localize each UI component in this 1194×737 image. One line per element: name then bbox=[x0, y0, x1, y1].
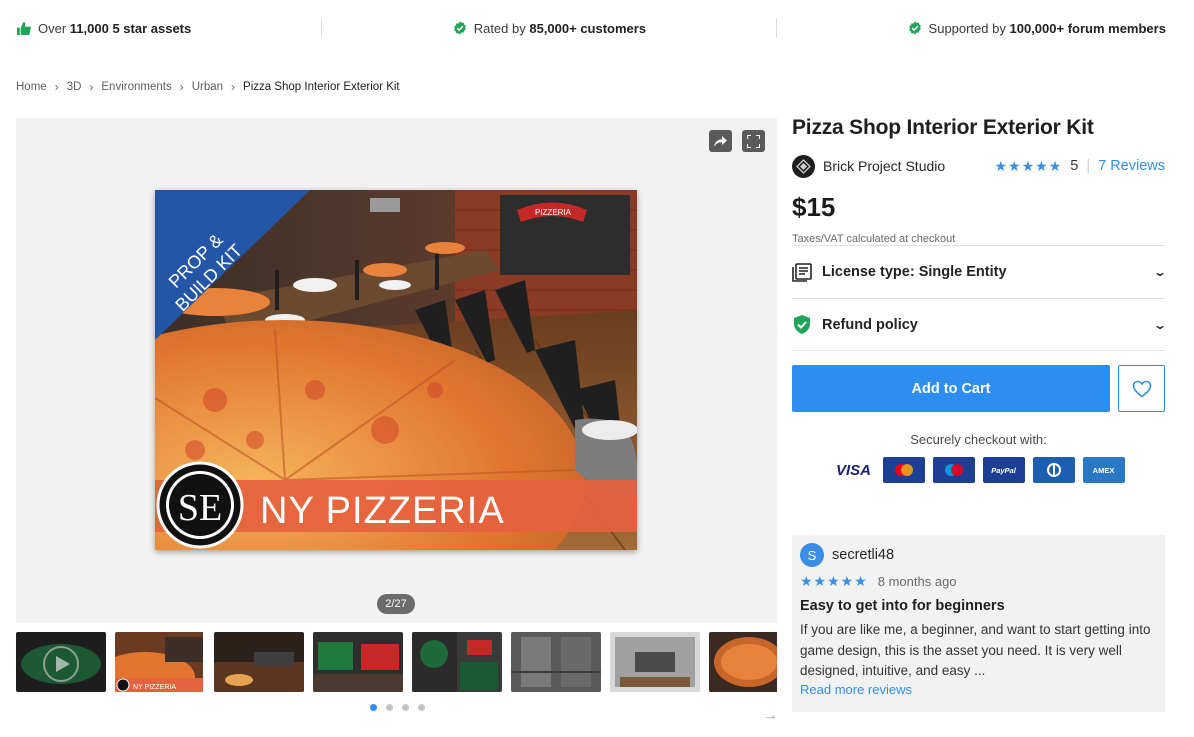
review-body: If you are like me, a beginner, and want… bbox=[800, 622, 1151, 678]
rating-value: 5 bbox=[1070, 158, 1079, 174]
amex-icon: AMEX bbox=[1082, 457, 1125, 483]
hero-banner-text: NY PIZZERIA bbox=[260, 490, 505, 532]
seller-row: Brick Project Studio ★★★★★ 5 | 7 Reviews bbox=[792, 154, 1165, 178]
maestro-icon bbox=[932, 457, 975, 483]
trust-highlight: 11,000 5 star assets bbox=[69, 20, 192, 36]
license-label: License type: Single Entity bbox=[822, 264, 1007, 280]
divider: | bbox=[1086, 158, 1091, 174]
check-badge-icon bbox=[453, 21, 466, 35]
breadcrumb-home[interactable]: Home bbox=[16, 81, 47, 93]
mastercard-icon bbox=[882, 457, 925, 483]
refund-label: Refund policy bbox=[822, 316, 918, 333]
chevron-right-icon: › bbox=[89, 80, 94, 94]
seller-avatar bbox=[792, 154, 815, 178]
check-badge-icon bbox=[908, 21, 921, 35]
license-accordion[interactable]: License type: Single Entity ⌄ bbox=[792, 245, 1168, 298]
chevron-right-icon: › bbox=[54, 80, 59, 94]
product-gallery[interactable]: PIZZERIA PROP & BUILD KIT NY PIZZERIA SE… bbox=[16, 118, 777, 623]
read-more-reviews-link[interactable]: Read more reviews bbox=[800, 682, 1157, 697]
trust-item-rated: Rated by 85,000+ customers bbox=[453, 21, 646, 36]
chevron-right-icon: › bbox=[179, 80, 184, 94]
trust-item-supported: Supported by 100,000+ forum members bbox=[908, 21, 1166, 36]
review-card: S secretli48 ★★★★★ 8 months ago Easy to … bbox=[792, 535, 1165, 712]
carousel-dot-2[interactable] bbox=[386, 704, 393, 711]
reviewer-name: secretli48 bbox=[832, 547, 895, 563]
heart-icon bbox=[1132, 380, 1151, 398]
carousel-dot-1[interactable] bbox=[370, 704, 377, 711]
diners-club-icon bbox=[1032, 457, 1075, 483]
fullscreen-button[interactable] bbox=[742, 130, 765, 152]
thumbnail-4[interactable] bbox=[313, 632, 403, 692]
image-counter: 2/27 bbox=[377, 594, 415, 614]
share-icon bbox=[714, 135, 727, 147]
carousel-dot-3[interactable] bbox=[402, 704, 409, 711]
trust-item-assets: Over 11,000 5 star assets bbox=[16, 21, 191, 36]
shield-check-icon bbox=[794, 315, 810, 334]
carousel-dot-4[interactable] bbox=[418, 704, 425, 711]
trust-highlight: 85,000+ customers bbox=[529, 20, 647, 36]
divider bbox=[776, 18, 778, 38]
price: $15 bbox=[792, 192, 836, 222]
breadcrumb-3d[interactable]: 3D bbox=[67, 81, 82, 93]
seller-logo-icon bbox=[796, 158, 811, 174]
thumbs-up-icon bbox=[17, 21, 31, 35]
seller-name[interactable]: Brick Project Studio bbox=[823, 158, 945, 174]
review-title: Easy to get into for beginners bbox=[800, 598, 1005, 614]
reviewer-avatar: S bbox=[800, 543, 824, 567]
hero-logo-text: SE bbox=[178, 487, 222, 529]
review-meta: ★★★★★ 8 months ago bbox=[800, 573, 1157, 590]
thumbnail-1[interactable] bbox=[16, 632, 106, 692]
secure-checkout-text: Securely checkout with: bbox=[910, 432, 1047, 447]
visa-icon: VISA bbox=[835, 461, 871, 479]
thumbnail-8[interactable] bbox=[709, 632, 777, 692]
hero-image[interactable]: PIZZERIA PROP & BUILD KIT NY PIZZERIA SE bbox=[155, 190, 637, 550]
refund-accordion[interactable]: Refund policy ⌄ bbox=[792, 298, 1168, 351]
chevron-down-icon: ⌄ bbox=[1152, 317, 1168, 332]
reviews-link[interactable]: 7 Reviews bbox=[1098, 158, 1165, 174]
tax-note: Taxes/VAT calculated at checkout bbox=[792, 233, 956, 245]
thumbnail-strip: NY PIZZERIA bbox=[16, 632, 777, 692]
gallery-tools bbox=[709, 130, 765, 152]
breadcrumb: Home › 3D › Environments › Urban › Pizza… bbox=[16, 80, 400, 94]
thumbnail-3[interactable] bbox=[214, 632, 304, 692]
breadcrumb-current: Pizza Shop Interior Exterior Kit bbox=[243, 81, 400, 93]
rating: ★★★★★ 5 | 7 Reviews bbox=[994, 158, 1165, 175]
breadcrumb-urban[interactable]: Urban bbox=[192, 81, 223, 93]
review-time: 8 months ago bbox=[877, 574, 957, 589]
thumbnail-5[interactable] bbox=[412, 632, 502, 692]
wishlist-button[interactable] bbox=[1118, 365, 1165, 412]
star-rating-icon: ★★★★★ bbox=[994, 157, 1063, 174]
payment-methods: VISA PayPal AMEX bbox=[792, 457, 1165, 483]
chevron-down-icon: ⌄ bbox=[1152, 265, 1168, 279]
thumbnail-7[interactable] bbox=[610, 632, 700, 692]
carousel-dots bbox=[370, 704, 425, 711]
hero-sign-text: PIZZERIA bbox=[535, 208, 572, 217]
breadcrumb-environments[interactable]: Environments bbox=[101, 81, 171, 93]
cart-row: Add to Cart bbox=[792, 365, 1165, 412]
chevron-right-icon: › bbox=[231, 80, 236, 94]
divider bbox=[321, 18, 323, 38]
arrow-right-icon[interactable]: → bbox=[762, 707, 778, 725]
add-to-cart-button[interactable]: Add to Cart bbox=[792, 365, 1110, 412]
trust-bar: Over 11,000 5 star assets Rated by 85,00… bbox=[16, 14, 1166, 42]
thumb-banner-text: NY PIZZERIA bbox=[133, 684, 176, 691]
thumbnail-6[interactable] bbox=[511, 632, 601, 692]
trust-highlight: 100,000+ forum members bbox=[1009, 20, 1166, 36]
license-icon bbox=[792, 262, 812, 282]
thumbnail-2[interactable]: NY PIZZERIA bbox=[115, 632, 205, 692]
paypal-icon: PayPal bbox=[982, 457, 1025, 483]
share-button[interactable] bbox=[709, 130, 732, 152]
star-rating-icon: ★★★★★ bbox=[800, 573, 868, 589]
seller[interactable]: Brick Project Studio bbox=[792, 154, 945, 178]
review-header: S secretli48 bbox=[800, 543, 1157, 567]
product-title: Pizza Shop Interior Exterior Kit bbox=[792, 116, 1094, 139]
product-details: Pizza Shop Interior Exterior Kit Brick P… bbox=[792, 116, 1168, 483]
fullscreen-icon bbox=[747, 134, 760, 148]
